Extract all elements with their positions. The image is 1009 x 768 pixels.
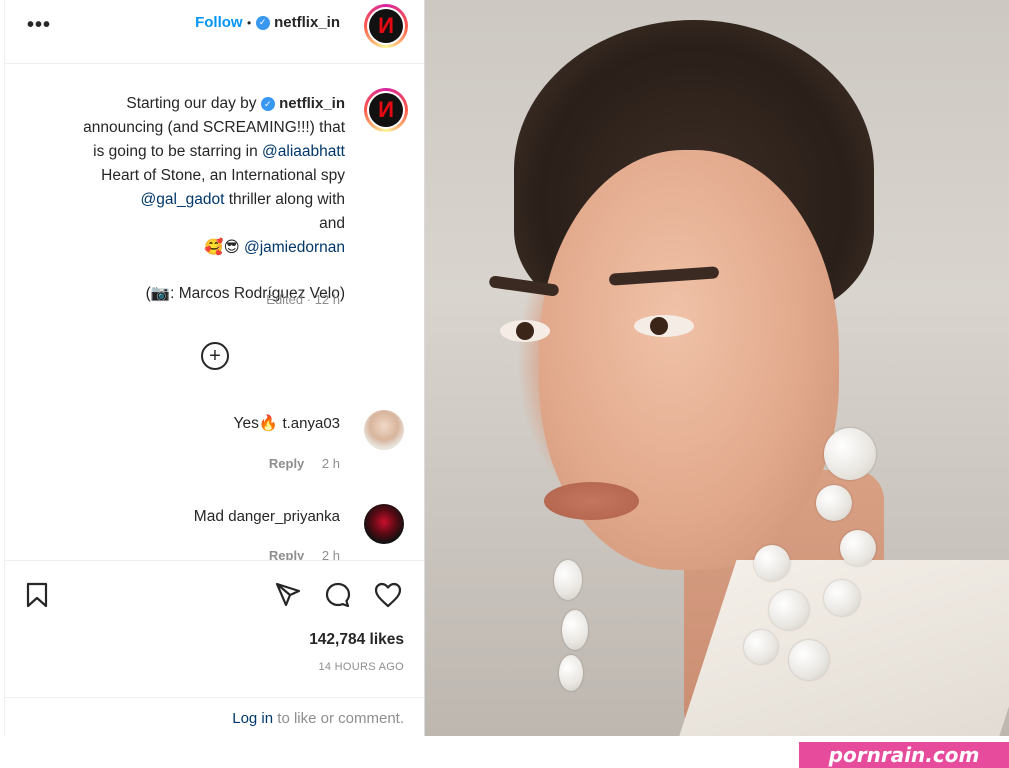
caption-line-5: @gal_gadot thriller along with: [45, 188, 345, 212]
earring-pearl: [769, 590, 809, 630]
caption-text: and: [319, 215, 345, 232]
bookmark-icon[interactable]: [21, 579, 53, 611]
comment-username[interactable]: danger_priyanka: [228, 508, 340, 525]
caption-text: is going to be starring in: [93, 143, 258, 160]
login-prompt: Log in to like or comment.: [232, 710, 404, 727]
more-options-icon[interactable]: •••: [27, 14, 51, 37]
comment-text: Mad: [193, 508, 224, 525]
login-bar: Log in to like or comment.: [5, 697, 424, 737]
caption-line-6: and: [45, 212, 345, 236]
login-text: to like or comment.: [277, 710, 404, 727]
earring-pearl: [789, 640, 829, 680]
earring-pearl: [559, 655, 583, 691]
earring-pearl: [554, 560, 582, 600]
reply-button[interactable]: Reply: [269, 548, 304, 560]
comment-item: Yes🔥 t.anya03: [234, 414, 340, 433]
avatar-ring: N: [367, 91, 405, 129]
plus-glyph: +: [209, 345, 221, 367]
earring-pearl: [840, 530, 876, 566]
photo-eye-right: [634, 315, 694, 337]
reply-button[interactable]: Reply: [269, 456, 304, 471]
netflix-logo-icon: N: [369, 9, 403, 43]
mention-link[interactable]: @jamiedornan: [244, 239, 345, 256]
caption-text: thriller along with: [228, 191, 345, 208]
heart-icon[interactable]: [372, 579, 404, 611]
verified-icon: ✓: [255, 15, 270, 30]
follow-button[interactable]: Follow: [195, 14, 243, 31]
send-icon[interactable]: [272, 579, 304, 611]
earring-pearl: [754, 545, 790, 581]
post-panel: ••• Follow • ✓ netflix_in N N Starting o…: [4, 0, 425, 736]
earring-pearl: [562, 610, 588, 650]
netflix-logo-icon: N: [369, 93, 403, 127]
post-timestamp: 14 HOURS AGO: [318, 661, 404, 673]
caption-line-7: 🥰😎 @jamiedornan: [45, 236, 345, 260]
comment-avatar[interactable]: [364, 504, 404, 544]
comment-item: Mad danger_priyanka: [194, 508, 340, 526]
caption-line-3: is going to be starring in @aliaabhatt: [45, 140, 345, 164]
comment-time: 2 h: [321, 456, 340, 471]
comment-meta: Reply 2 h: [269, 548, 340, 560]
watermark-badge: pornrain.com: [799, 742, 1009, 768]
post-photo[interactable]: [424, 0, 1009, 736]
header-user: Follow • ✓ netflix_in: [195, 14, 340, 32]
caption-text: Starting our day by: [126, 95, 257, 112]
earring-pearl: [816, 485, 852, 521]
caption-avatar[interactable]: N: [364, 88, 408, 132]
photo-lips: [544, 482, 639, 520]
earring-pearl: [824, 580, 860, 616]
comment-username[interactable]: t.anya03: [282, 415, 340, 432]
comment-icon[interactable]: [322, 579, 354, 611]
login-link[interactable]: Log in: [232, 710, 273, 727]
mention-link[interactable]: @gal_gadot: [141, 191, 225, 208]
edited-meta: Edited · 12 h: [266, 292, 340, 307]
caption-emojis: 🥰😎: [204, 239, 240, 256]
caption-line-1: Starting our day by ✓ netflix_in: [45, 92, 345, 116]
mention-link[interactable]: @aliaabhatt: [262, 143, 345, 160]
account-avatar[interactable]: N: [364, 4, 408, 48]
earring-top: [824, 428, 876, 480]
earring-pearl: [744, 630, 778, 664]
load-more-comments-icon[interactable]: +: [201, 342, 229, 370]
verified-icon: ✓: [260, 96, 275, 111]
likes-count[interactable]: 142,784 likes: [309, 631, 404, 649]
account-username[interactable]: netflix_in: [274, 14, 340, 31]
photo-eye-left: [500, 320, 550, 342]
comment-time: 2 h: [321, 548, 340, 560]
caption-line-2: announcing (and SCREAMING!!!) that: [83, 119, 345, 136]
caption-username[interactable]: netflix_in: [279, 95, 345, 112]
comment-meta: Reply 2 h: [269, 456, 340, 471]
comment-text: Yes🔥: [233, 415, 279, 432]
comment-avatar[interactable]: [364, 410, 404, 450]
post-header: ••• Follow • ✓ netflix_in N: [5, 0, 424, 64]
separator-dot: •: [247, 16, 252, 30]
caption-line-4: Heart of Stone, an International spy: [101, 167, 345, 184]
post-caption: Starting our day by ✓ netflix_in announc…: [45, 92, 345, 306]
action-bar: 142,784 likes 14 HOURS AGO Log in to lik…: [5, 560, 424, 736]
avatar-ring: N: [367, 7, 405, 45]
